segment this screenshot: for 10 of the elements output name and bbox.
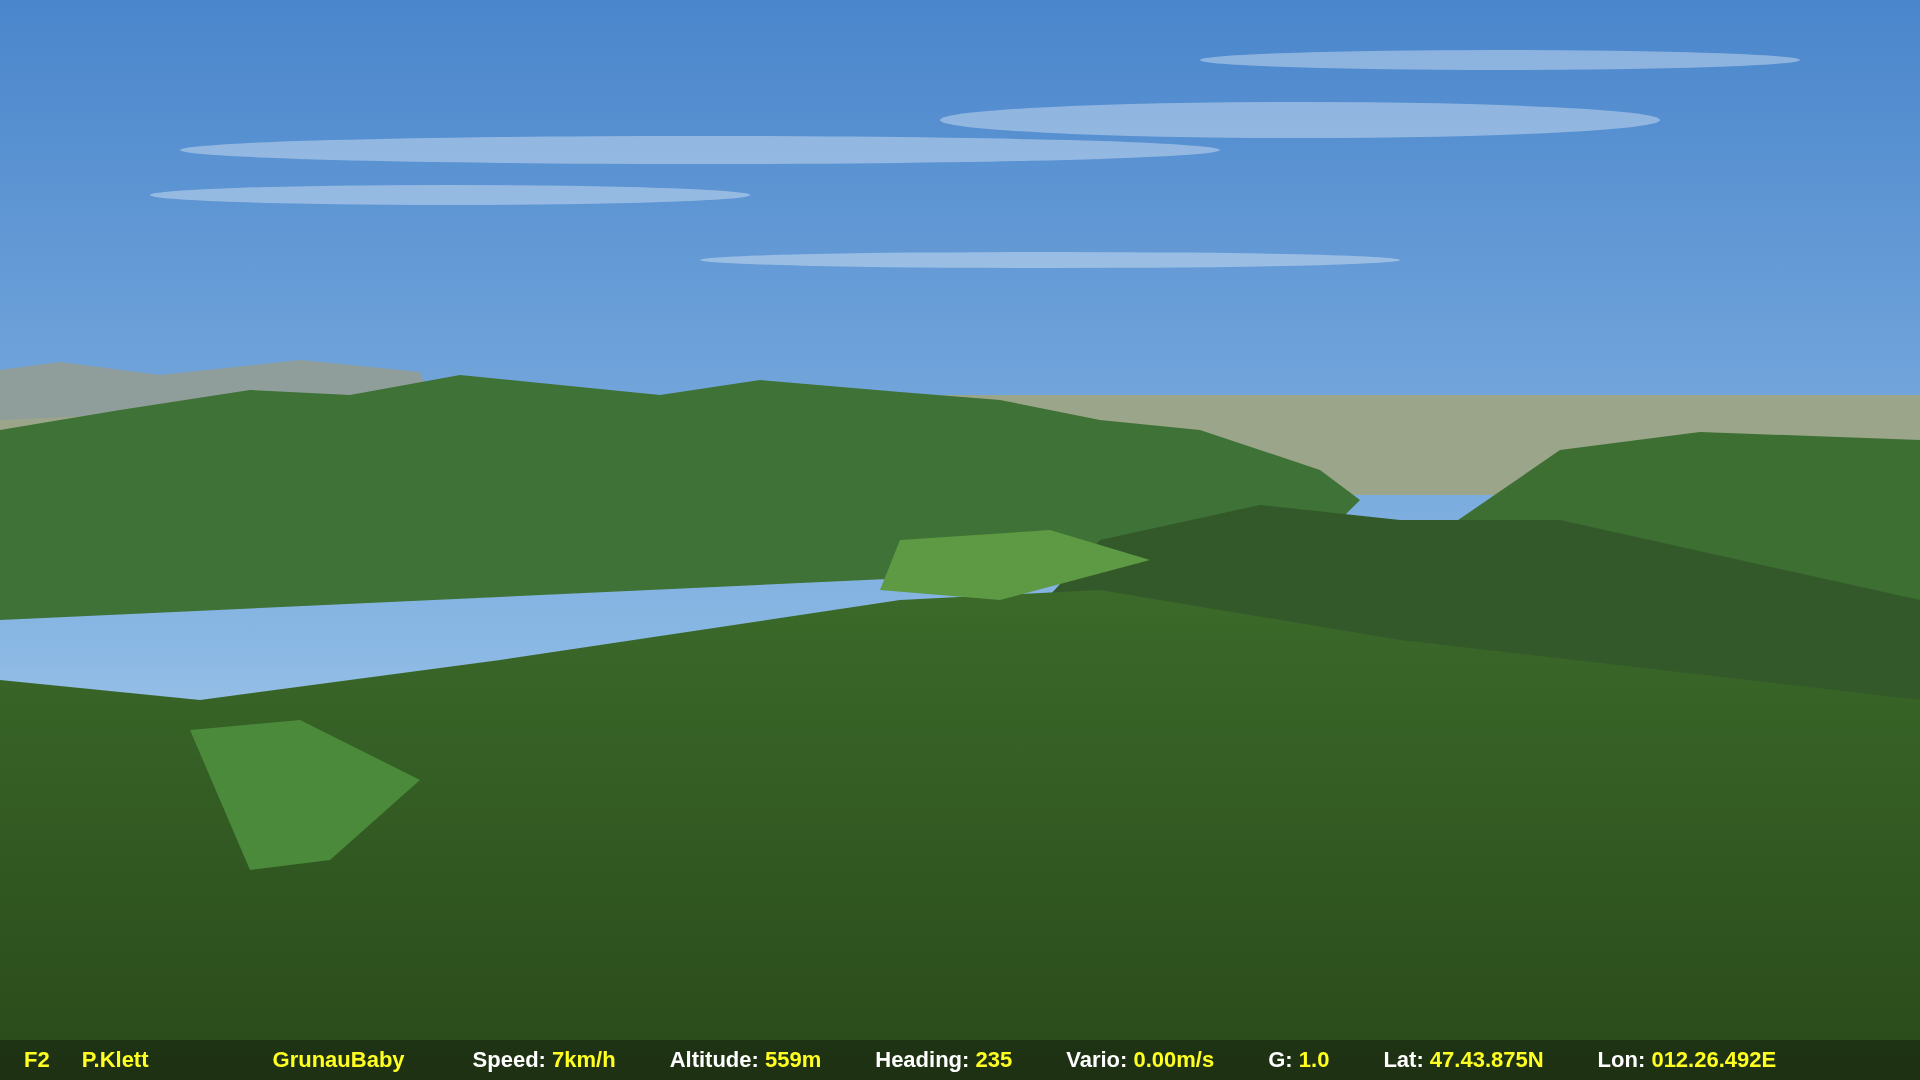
flight-readout: Altitude: 559m	[669, 1047, 822, 1073]
flight-readout: Speed: 7km/h	[472, 1047, 616, 1073]
glider-name: GrunauBaby	[272, 1047, 405, 1073]
pilot-name: P.Klett	[81, 1047, 149, 1073]
flight-readout: Lon: 012.26.492E	[1597, 1047, 1777, 1073]
flight-readout: Vario: 0.00m/s	[1066, 1047, 1215, 1073]
view-key: F2	[24, 1047, 50, 1073]
flight-readout: Lat: 47.43.875N	[1383, 1047, 1544, 1073]
flight-readout: Heading: 235	[875, 1047, 1013, 1073]
flight-readout: G: 1.0	[1268, 1047, 1330, 1073]
